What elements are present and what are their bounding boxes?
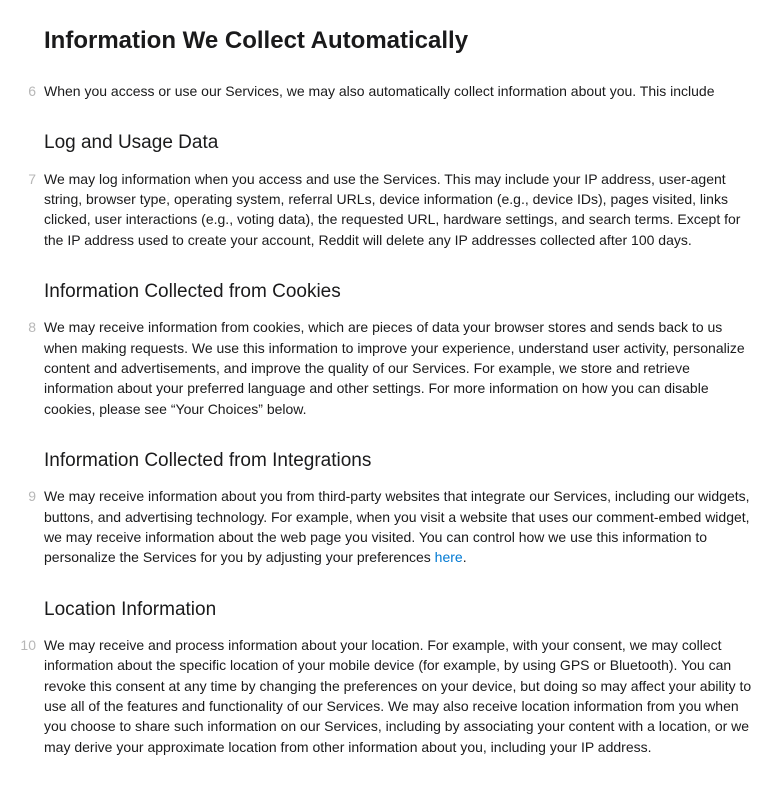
paragraph: 10 We may receive and process informatio… (44, 635, 753, 757)
paragraph-text: When you access or use our Services, we … (44, 83, 715, 99)
page-title: Information We Collect Automatically (44, 24, 753, 59)
paragraph-text: We may receive information from cookies,… (44, 319, 745, 416)
paragraph-text-before: We may receive information about you fro… (44, 488, 750, 565)
paragraph-text-after: . (463, 549, 467, 565)
section-heading: Log and Usage Data (44, 129, 753, 157)
paragraph-number: 6 (14, 81, 36, 101)
paragraph: 8 We may receive information from cookie… (44, 317, 753, 418)
paragraph-text: We may log information when you access a… (44, 171, 740, 248)
section-heading: Information Collected from Integrations (44, 447, 753, 475)
paragraph: 7 We may log information when you access… (44, 169, 753, 250)
paragraph-number: 8 (14, 317, 36, 337)
paragraph-text: We may receive information about you fro… (44, 488, 750, 565)
paragraph-number: 7 (14, 169, 36, 189)
section-heading: Location Information (44, 596, 753, 624)
paragraph: 6 When you access or use our Services, w… (44, 81, 753, 101)
paragraph-text: We may receive and process information a… (44, 637, 751, 754)
preferences-link[interactable]: here (435, 549, 463, 565)
paragraph-number: 10 (14, 635, 36, 655)
paragraph: 9 We may receive information about you f… (44, 486, 753, 567)
paragraph-number: 9 (14, 486, 36, 506)
section-heading: Information Collected from Cookies (44, 278, 753, 306)
